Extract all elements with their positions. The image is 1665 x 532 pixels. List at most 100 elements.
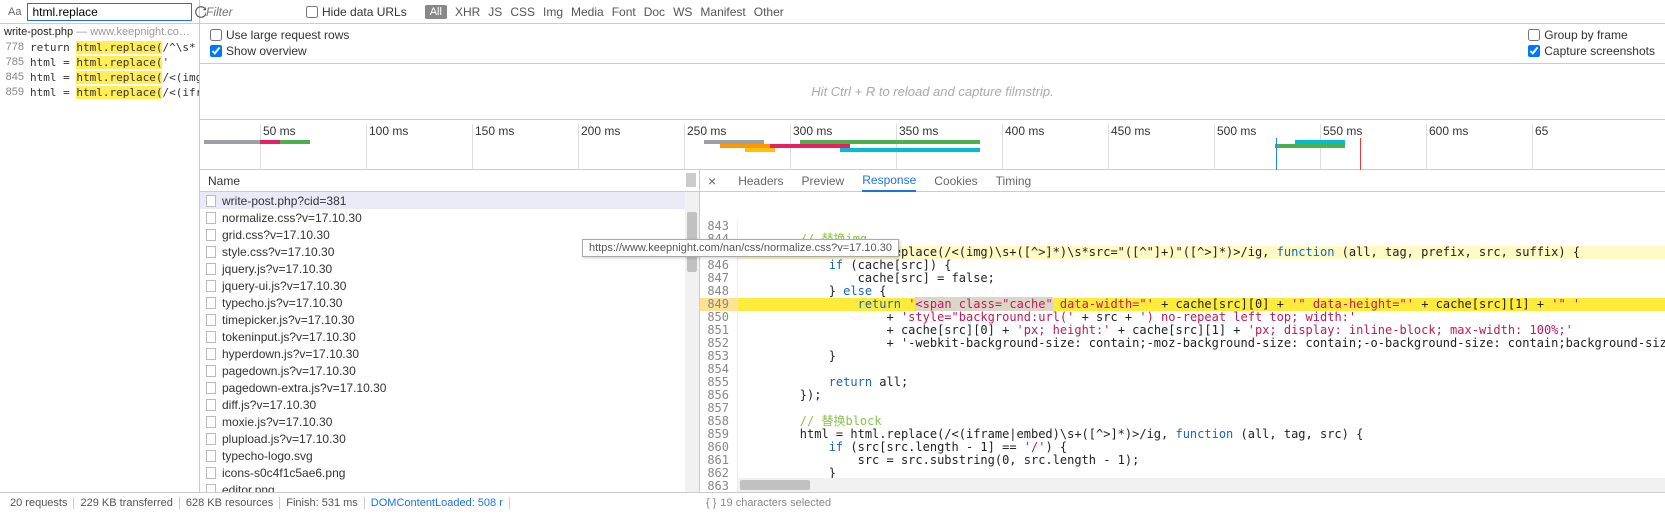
- tab-headers[interactable]: Headers: [738, 171, 783, 191]
- show-overview-checkbox[interactable]: Show overview: [210, 44, 349, 58]
- request-name: diff.js?v=17.10.30: [222, 398, 316, 412]
- request-row[interactable]: diff.js?v=17.10.30: [200, 396, 699, 413]
- file-icon: [206, 484, 216, 493]
- column-name: Name: [208, 174, 240, 188]
- file-icon: [206, 229, 216, 241]
- capture-screenshots-checkbox[interactable]: Capture screenshots: [1528, 44, 1655, 58]
- horizontal-scrollbar[interactable]: [738, 478, 1665, 492]
- request-row[interactable]: typecho-logo.svg: [200, 447, 699, 464]
- request-row[interactable]: timepicker.js?v=17.10.30: [200, 311, 699, 328]
- filter-all[interactable]: All: [425, 5, 447, 19]
- request-row[interactable]: jquery.js?v=17.10.30: [200, 260, 699, 277]
- time-tick: 450 ms: [1108, 124, 1150, 170]
- request-row[interactable]: write-post.php?cid=381: [200, 192, 699, 209]
- request-name: icons-s0c4f1c5ae6.png: [222, 466, 345, 480]
- status-bar: 20 requests 229 KB transferred 628 KB re…: [0, 492, 1665, 512]
- time-tick: 500 ms: [1214, 124, 1256, 170]
- filter-doc[interactable]: Doc: [644, 5, 665, 19]
- time-tick: 100 ms: [366, 124, 408, 170]
- scroll-up-icon[interactable]: [686, 173, 696, 187]
- request-name: style.css?v=17.10.30: [222, 245, 334, 259]
- brackets-icon[interactable]: { }: [706, 497, 716, 509]
- scrollbar-thumb[interactable]: [740, 480, 810, 490]
- status-selection: 19 characters selected: [720, 497, 831, 509]
- code-text: src = src.substring(0, src.length - 1);: [738, 454, 1665, 467]
- code-text: [738, 220, 1665, 233]
- result-line[interactable]: 785html = html.replace(': [0, 55, 199, 70]
- scrollbar[interactable]: [685, 192, 699, 492]
- code-line[interactable]: 853 }: [700, 350, 1665, 363]
- match-case-icon[interactable]: Aa: [4, 6, 25, 18]
- result-line[interactable]: 778return html.replace(/^\s*: [0, 40, 199, 55]
- filter-img[interactable]: Img: [543, 5, 563, 19]
- request-row[interactable]: icons-s0c4f1c5ae6.png: [200, 464, 699, 481]
- code-line[interactable]: 856 });: [700, 389, 1665, 402]
- tab-timing[interactable]: Timing: [996, 171, 1032, 191]
- filter-ws[interactable]: WS: [673, 5, 692, 19]
- request-list[interactable]: write-post.php?cid=381normalize.css?v=17…: [200, 192, 699, 492]
- line-number: 778: [4, 41, 30, 54]
- search-input[interactable]: [27, 3, 192, 21]
- response-code[interactable]: 843844 // 替换img845 html = html.replace(/…: [700, 192, 1665, 492]
- hide-data-urls-checkbox[interactable]: Hide data URLs: [306, 5, 407, 19]
- file-icon: [206, 433, 216, 445]
- result-line[interactable]: 845html = html.replace(/<(img)\s+([…: [0, 70, 199, 85]
- filter-panel: Hide data URLs All XHR JS CSS Img Media …: [200, 0, 1665, 23]
- line-number: 863: [700, 480, 738, 492]
- time-tick: 600 ms: [1426, 124, 1468, 170]
- request-row[interactable]: plupload.js?v=17.10.30: [200, 430, 699, 447]
- filter-manifest[interactable]: Manifest: [700, 5, 745, 19]
- request-row[interactable]: moxie.js?v=17.10.30: [200, 413, 699, 430]
- request-name: typecho.js?v=17.10.30: [222, 296, 342, 310]
- status-finish: Finish: 531 ms: [280, 497, 365, 509]
- filter-font[interactable]: Font: [612, 5, 636, 19]
- large-rows-checkbox[interactable]: Use large request rows: [210, 28, 349, 42]
- status-resources: 628 KB resources: [180, 497, 280, 509]
- file-icon: [206, 297, 216, 309]
- result-line[interactable]: 859html = html.replace(/<(iframe|e…: [0, 85, 199, 100]
- request-name: grid.css?v=17.10.30: [222, 228, 330, 242]
- status-requests: 20 requests: [4, 497, 74, 509]
- filter-css[interactable]: CSS: [510, 5, 535, 19]
- code-line[interactable]: 852 + '-webkit-background-size: contain;…: [700, 337, 1665, 350]
- file-icon: [206, 212, 216, 224]
- request-row[interactable]: typecho.js?v=17.10.30: [200, 294, 699, 311]
- request-name: editor.png: [222, 483, 275, 493]
- file-icon: [206, 416, 216, 428]
- tab-preview[interactable]: Preview: [802, 171, 845, 191]
- filter-js[interactable]: JS: [488, 5, 502, 19]
- tab-response[interactable]: Response: [862, 170, 916, 192]
- close-icon[interactable]: ×: [704, 173, 720, 189]
- file-icon: [206, 382, 216, 394]
- search-results-panel: write-post.php — www.keepnight.co… 778re…: [0, 24, 200, 492]
- request-row[interactable]: jquery-ui.js?v=17.10.30: [200, 277, 699, 294]
- request-row[interactable]: editor.png: [200, 481, 699, 492]
- line-number: 785: [4, 56, 30, 69]
- url-tooltip: https://www.keepnight.com/nan/css/normal…: [582, 239, 899, 257]
- filter-input[interactable]: [206, 5, 296, 19]
- filter-xhr[interactable]: XHR: [455, 5, 480, 19]
- request-name: typecho-logo.svg: [222, 449, 313, 463]
- request-row[interactable]: tokeninput.js?v=17.10.30: [200, 328, 699, 345]
- code-text: + '-webkit-background-size: contain;-moz…: [738, 337, 1665, 350]
- filter-media[interactable]: Media: [571, 5, 604, 19]
- group-by-frame-checkbox[interactable]: Group by frame: [1528, 28, 1655, 42]
- request-row[interactable]: hyperdown.js?v=17.10.30: [200, 345, 699, 362]
- tab-cookies[interactable]: Cookies: [934, 171, 977, 191]
- requests-header[interactable]: Name: [200, 170, 699, 192]
- time-tick: 350 ms: [896, 124, 938, 170]
- file-icon: [206, 195, 216, 207]
- file-icon: [206, 450, 216, 462]
- detail-tabs: × Headers Preview Response Cookies Timin…: [700, 170, 1665, 192]
- network-options: Use large request rows Show overview Gro…: [200, 24, 1665, 64]
- code-line[interactable]: 855 return all;: [700, 376, 1665, 389]
- filter-other[interactable]: Other: [754, 5, 784, 19]
- code-line[interactable]: 861 src = src.substring(0, src.length - …: [700, 454, 1665, 467]
- request-name: plupload.js?v=17.10.30: [222, 432, 346, 446]
- request-row[interactable]: pagedown-extra.js?v=17.10.30: [200, 379, 699, 396]
- request-row[interactable]: pagedown.js?v=17.10.30: [200, 362, 699, 379]
- result-source[interactable]: write-post.php — www.keepnight.co…: [0, 24, 199, 40]
- requests-column: Name write-post.php?cid=381normalize.css…: [200, 170, 700, 492]
- request-row[interactable]: normalize.css?v=17.10.30: [200, 209, 699, 226]
- timeline-overview[interactable]: 50 ms100 ms150 ms200 ms250 ms300 ms350 m…: [200, 120, 1665, 170]
